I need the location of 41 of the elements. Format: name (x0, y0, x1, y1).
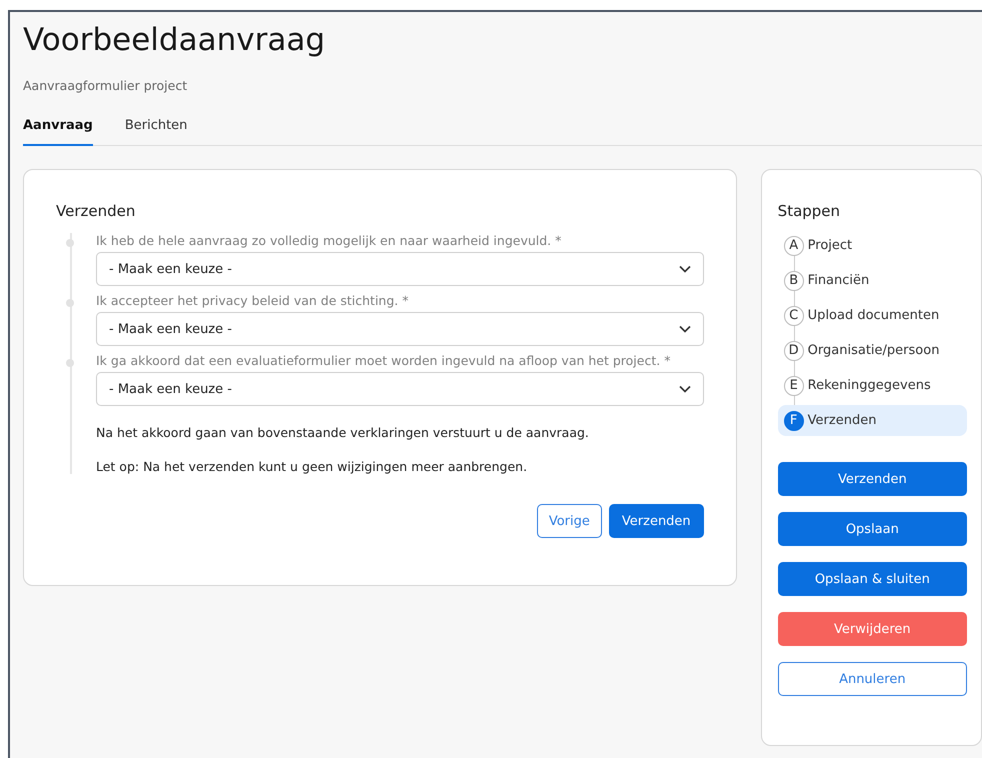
action-button[interactable]: Annuleren (778, 662, 967, 696)
step-label: Rekeninggegevens (808, 378, 931, 393)
panel-title: Stappen (778, 202, 842, 220)
step-item[interactable]: D Organisatie/persoon (778, 335, 967, 366)
section-title: Verzenden (56, 202, 136, 220)
question-label: Ik heb de hele aanvraag zo volledig mogelijk en naar waarheid ingevuld. * (96, 233, 562, 248)
chevron-down-icon (678, 325, 691, 333)
step-letter: B (784, 270, 804, 290)
action-button[interactable]: Opslaan & sluiten (778, 562, 967, 596)
step-item[interactable]: A Project (778, 230, 967, 261)
step-letter: C (784, 306, 804, 326)
step-label: Verzenden (808, 413, 876, 428)
step-item[interactable]: E Rekeninggegevens (778, 370, 967, 401)
step-label: Financiën (808, 273, 870, 288)
step-item[interactable]: B Financiën (778, 265, 967, 296)
action-button[interactable]: Verzenden (778, 462, 967, 496)
page-title: Voorbeeldaanvraag (23, 22, 326, 58)
step-label: Organisatie/persoon (808, 343, 940, 358)
action-button[interactable]: Vorige (536, 504, 602, 538)
info-text: Let op: Na het verzenden kunt u geen wijzigingen meer aanbrengen. (96, 459, 528, 474)
chevron-down-icon (678, 385, 691, 393)
step-label: Project (808, 238, 852, 253)
page-subtitle: Aanvraagformulier project (23, 78, 188, 93)
dropdown-field[interactable]: - Maak een keuze - (96, 372, 704, 406)
question-label: Ik ga akkoord dat een evaluatieformulier moet worden ingevuld na afloop van het project. * (96, 353, 672, 368)
action-button[interactable]: Verzenden (608, 504, 704, 538)
question-label: Ik accepteer het privacy beleid van de stichting. * (96, 293, 410, 308)
dropdown-field[interactable]: - Maak een keuze - (96, 252, 704, 286)
tab[interactable]: Aanvraag (23, 118, 93, 146)
chevron-down-icon (678, 265, 691, 273)
step-item[interactable]: F Verzenden (778, 405, 967, 436)
step-letter: E (784, 376, 804, 396)
action-button[interactable]: Opslaan (778, 512, 967, 546)
step-letter: D (784, 340, 804, 360)
step-letter: A (784, 236, 804, 256)
dropdown-field[interactable]: - Maak een keuze - (96, 312, 704, 346)
tab[interactable]: Berichten (124, 118, 188, 146)
step-letter: F (784, 410, 804, 430)
step-item[interactable]: C Upload documenten (778, 300, 967, 331)
step-label: Upload documenten (808, 308, 940, 323)
info-text: Na het akkoord gaan van bovenstaande verklaringen verstuurt u de aanvraag. (96, 425, 590, 440)
